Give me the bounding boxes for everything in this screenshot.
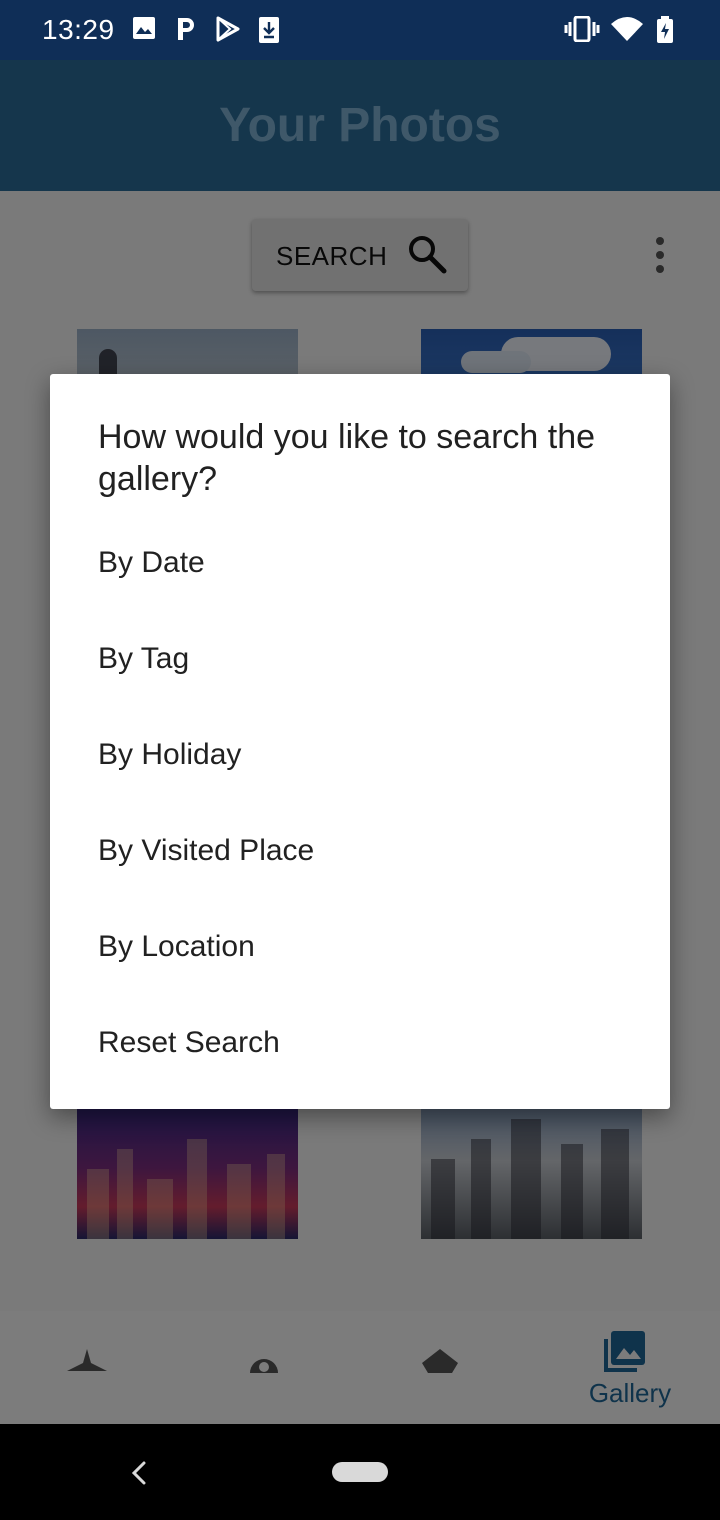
- option-label: Reset Search: [98, 1026, 280, 1059]
- option-label: By Location: [98, 930, 255, 963]
- back-icon[interactable]: [128, 1461, 150, 1490]
- status-time: 13:29: [42, 14, 115, 45]
- option-by-visited-place[interactable]: By Visited Place: [50, 806, 670, 902]
- option-by-tag[interactable]: By Tag: [50, 614, 670, 710]
- option-by-holiday[interactable]: By Holiday: [50, 710, 670, 806]
- image-icon: [132, 16, 156, 45]
- option-label: By Holiday: [98, 738, 242, 771]
- status-bar: 13:29: [0, 0, 720, 60]
- option-label: By Visited Place: [98, 834, 315, 867]
- option-label: By Date: [98, 546, 205, 579]
- play-store-icon: [216, 16, 240, 47]
- search-options-dialog: How would you like to search the gallery…: [50, 374, 670, 1109]
- vibrate-icon: [564, 15, 600, 47]
- option-label: By Tag: [98, 642, 190, 675]
- battery-charging-icon: [656, 16, 674, 49]
- option-reset-search[interactable]: Reset Search: [50, 998, 670, 1094]
- p-icon: [174, 16, 198, 47]
- dialog-title: How would you like to search the gallery…: [98, 418, 596, 498]
- option-by-date[interactable]: By Date: [50, 518, 670, 614]
- wifi-icon: [610, 16, 644, 47]
- option-by-location[interactable]: By Location: [50, 902, 670, 998]
- home-button[interactable]: [332, 1462, 388, 1482]
- download-icon: [258, 16, 280, 49]
